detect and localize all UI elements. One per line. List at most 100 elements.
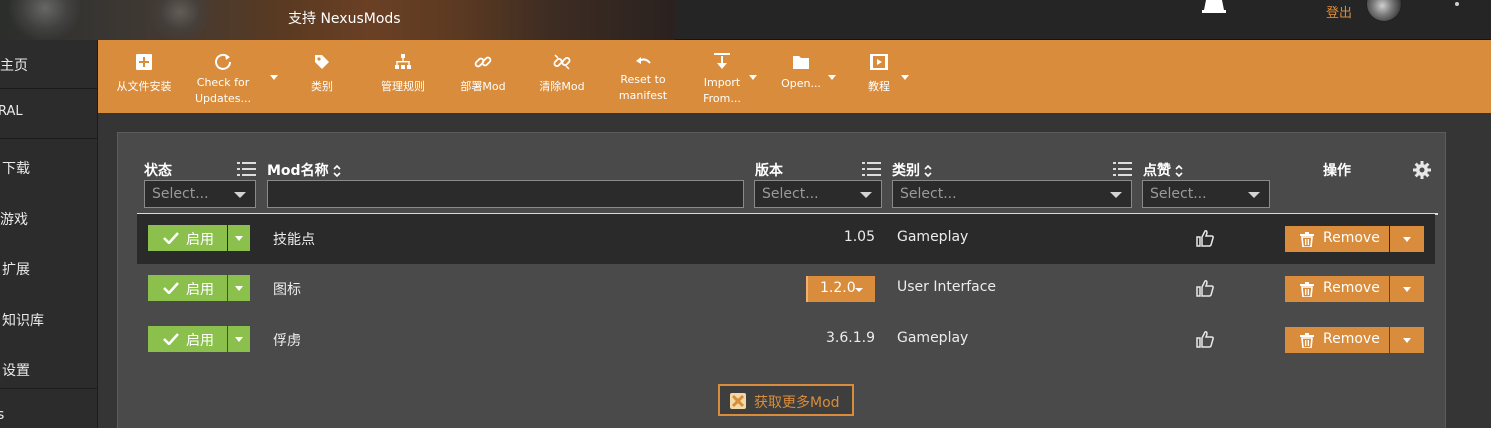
status-dropdown-button[interactable] bbox=[228, 225, 250, 251]
column-header-version[interactable]: 版本 bbox=[755, 160, 783, 180]
thumbs-up-icon[interactable] bbox=[1196, 229, 1214, 247]
toolbar-label: Reset to bbox=[620, 73, 666, 86]
sidebar-item-knowledge-base[interactable]: 知识库 bbox=[0, 295, 98, 345]
column-label: 点赞 bbox=[1143, 163, 1171, 179]
categories-button[interactable]: 类别 bbox=[298, 40, 346, 113]
column-header-mod-name[interactable]: Mod名称 bbox=[267, 160, 342, 180]
category-filter-select[interactable]: Select... bbox=[892, 180, 1132, 208]
toolbar-label: Updates... bbox=[194, 92, 252, 105]
status-label: 启用 bbox=[186, 282, 214, 298]
enabled-toggle-button[interactable]: 启用 bbox=[148, 275, 227, 301]
list-filter-icon[interactable] bbox=[237, 161, 257, 177]
banner-figure bbox=[150, 0, 210, 40]
chevron-down-icon bbox=[1248, 192, 1260, 198]
column-header-category[interactable]: 类别 bbox=[892, 160, 933, 180]
mod-version: 1.05 bbox=[843, 229, 875, 245]
table-row[interactable]: 启用 图标 1.2.0 User Interface Remove bbox=[137, 264, 1435, 314]
mod-name: 技能点 bbox=[273, 232, 315, 248]
logout-link[interactable]: 登出 bbox=[1326, 2, 1352, 21]
chevron-down-icon bbox=[235, 286, 243, 291]
chevron-down-icon[interactable] bbox=[270, 75, 278, 80]
top-header: 支持 NexusMods 登出 bbox=[0, 0, 1491, 40]
version-update-dropdown[interactable]: 1.2.0 bbox=[806, 276, 875, 302]
sidebar-item-extensions[interactable]: 扩展 bbox=[0, 244, 98, 294]
mod-name-filter-input[interactable] bbox=[267, 180, 744, 208]
toolbar-label: 从文件安装 bbox=[116, 80, 172, 93]
deploy-mods-button[interactable]: 部署Mod bbox=[455, 40, 511, 113]
column-label: 版本 bbox=[755, 163, 783, 179]
game-banner: 支持 NexusMods bbox=[0, 0, 675, 40]
column-header-endorse[interactable]: 点赞 bbox=[1143, 160, 1184, 180]
list-filter-icon[interactable] bbox=[862, 161, 882, 177]
open-button[interactable]: Open... bbox=[778, 40, 824, 113]
reset-to-manifest-button[interactable]: Reset to manifest bbox=[614, 40, 672, 113]
refresh-icon bbox=[215, 53, 231, 70]
gear-icon[interactable] bbox=[1412, 160, 1432, 180]
chevron-down-icon bbox=[235, 337, 243, 342]
sidebar-item-general[interactable]: RAL bbox=[0, 90, 98, 140]
plus-square-icon bbox=[136, 54, 152, 70]
table-row[interactable]: 启用 俘虏 3.6.1.9 Gameplay Remove bbox=[137, 315, 1435, 365]
sidebar-item-downloads[interactable]: 下载 bbox=[0, 143, 98, 193]
support-nexusmods-text[interactable]: 支持 NexusMods bbox=[288, 8, 401, 28]
install-from-file-button[interactable]: 从文件安装 bbox=[112, 40, 176, 113]
more-menu-icon[interactable] bbox=[1455, 2, 1459, 6]
mod-name: 图标 bbox=[273, 282, 301, 298]
toolbar-label: Import bbox=[703, 76, 741, 89]
mod-version: 1.2.0 bbox=[820, 280, 856, 296]
enabled-toggle-button[interactable]: 启用 bbox=[148, 225, 227, 251]
status-dropdown-button[interactable] bbox=[228, 326, 250, 352]
sidebar-item-label: 扩展 bbox=[2, 262, 30, 278]
select-placeholder: Select... bbox=[900, 186, 957, 202]
import-from-button[interactable]: Import From... bbox=[696, 40, 748, 113]
video-icon bbox=[870, 54, 888, 70]
remove-dropdown-button[interactable] bbox=[1390, 276, 1424, 302]
sort-icon bbox=[333, 164, 341, 178]
column-header-status[interactable]: 状态 bbox=[144, 160, 172, 180]
remove-dropdown-button[interactable] bbox=[1390, 226, 1424, 252]
thumbs-up-icon[interactable] bbox=[1196, 330, 1214, 348]
chevron-down-icon bbox=[1403, 237, 1411, 242]
tutorial-button[interactable]: 教程 bbox=[858, 40, 900, 113]
sidebar-item-label: 设置 bbox=[2, 363, 30, 379]
status-filter-select[interactable]: Select... bbox=[144, 180, 256, 208]
remove-button[interactable]: Remove bbox=[1285, 226, 1389, 252]
purge-mods-button[interactable]: 清除Mod bbox=[534, 40, 590, 113]
chevron-down-icon bbox=[234, 192, 246, 198]
divider bbox=[0, 138, 98, 139]
table-row[interactable]: 启用 技能点 1.05 Gameplay Remove bbox=[137, 214, 1435, 264]
get-more-mods-button[interactable]: 获取更多Mod bbox=[718, 384, 854, 416]
manage-rules-button[interactable]: 管理规则 bbox=[376, 40, 430, 113]
toolbar-label: 教程 bbox=[868, 80, 890, 93]
sort-icon bbox=[1175, 164, 1183, 178]
unlink-icon bbox=[553, 54, 571, 70]
check-for-updates-button[interactable]: Check for Updates... bbox=[193, 40, 253, 113]
link-icon bbox=[474, 56, 492, 68]
list-filter-icon[interactable] bbox=[1113, 161, 1133, 177]
mod-category: User Interface bbox=[897, 279, 997, 295]
sidebar-item-label: 知识库 bbox=[2, 313, 44, 329]
column-label: Mod名称 bbox=[267, 163, 329, 179]
sidebar-item-home[interactable]: 主页 bbox=[0, 40, 98, 90]
chevron-down-icon[interactable] bbox=[828, 75, 836, 80]
thumbs-up-icon[interactable] bbox=[1196, 279, 1214, 297]
sidebar-item-games[interactable]: 游戏 bbox=[0, 194, 98, 244]
chevron-down-icon[interactable] bbox=[749, 75, 757, 80]
undo-icon bbox=[636, 57, 651, 64]
bell-icon[interactable] bbox=[1202, 0, 1226, 14]
check-icon bbox=[163, 333, 179, 345]
remove-button[interactable]: Remove bbox=[1285, 327, 1389, 353]
endorse-filter-select[interactable]: Select... bbox=[1142, 180, 1270, 208]
status-dropdown-button[interactable] bbox=[228, 275, 250, 301]
remove-dropdown-button[interactable] bbox=[1390, 327, 1424, 353]
chevron-down-icon bbox=[855, 288, 863, 292]
enabled-toggle-button[interactable]: 启用 bbox=[148, 326, 227, 352]
tag-icon bbox=[315, 55, 329, 69]
version-filter-select[interactable]: Select... bbox=[754, 180, 882, 208]
sidebar-item-other[interactable]: s bbox=[0, 392, 98, 428]
mod-category: Gameplay bbox=[897, 330, 969, 346]
avatar[interactable] bbox=[1366, 0, 1402, 22]
select-placeholder: Select... bbox=[152, 186, 209, 202]
chevron-down-icon[interactable] bbox=[901, 75, 909, 80]
remove-button[interactable]: Remove bbox=[1285, 276, 1389, 302]
